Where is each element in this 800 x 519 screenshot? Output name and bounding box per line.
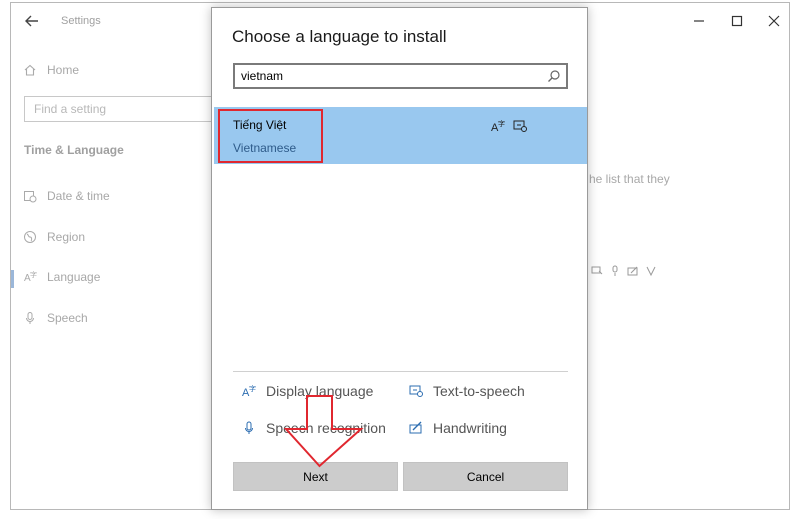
home-label: Home bbox=[47, 63, 80, 77]
sidebar-item-label: Region bbox=[47, 230, 86, 244]
feature-label: Handwriting bbox=[433, 420, 507, 436]
sidebar: Home Find a setting Time & Language Date… bbox=[10, 39, 224, 509]
sidebar-item-region[interactable]: Region bbox=[23, 230, 85, 244]
text-to-speech-icon bbox=[591, 266, 603, 275]
microphone-icon bbox=[26, 312, 34, 324]
app-title: Settings bbox=[61, 15, 101, 27]
handwriting-icon bbox=[409, 421, 422, 434]
spellcheck-icon bbox=[646, 266, 656, 277]
language-feature-icons: A字 bbox=[491, 119, 527, 133]
section-title: Time & Language bbox=[24, 143, 124, 157]
feature-label: Display language bbox=[266, 383, 374, 399]
language-icon: A字 bbox=[24, 270, 37, 284]
feature-text-to-speech: Text-to-speech bbox=[409, 383, 525, 399]
feature-speech-recognition: Speech recognition bbox=[242, 420, 386, 436]
feature-display-language: A字 Display language bbox=[242, 383, 373, 399]
language-search-box[interactable] bbox=[233, 63, 568, 89]
sidebar-item-label: Date & time bbox=[47, 189, 110, 203]
background-description-text: he list that they bbox=[589, 172, 670, 186]
microphone-icon bbox=[245, 421, 253, 434]
text-to-speech-icon bbox=[409, 385, 423, 397]
sidebar-item-label: Speech bbox=[47, 311, 88, 325]
cancel-button[interactable]: Cancel bbox=[403, 462, 568, 491]
microphone-icon bbox=[612, 265, 618, 276]
svg-text:字: 字 bbox=[30, 270, 37, 279]
text-to-speech-icon bbox=[513, 120, 527, 132]
background-feature-icons bbox=[591, 265, 657, 277]
feature-label: Text-to-speech bbox=[433, 383, 525, 399]
sidebar-home[interactable]: Home bbox=[23, 63, 79, 77]
divider bbox=[233, 371, 568, 372]
minimize-icon[interactable] bbox=[691, 13, 707, 29]
install-language-dialog: Choose a language to install Tiếng Việt … bbox=[211, 7, 588, 510]
sidebar-item-language[interactable]: A字 Language bbox=[10, 270, 101, 288]
feature-handwriting: Handwriting bbox=[409, 420, 507, 436]
svg-text:字: 字 bbox=[249, 384, 256, 393]
language-english-name: Vietnamese bbox=[233, 141, 297, 155]
language-search-input[interactable] bbox=[241, 67, 541, 85]
handwriting-icon bbox=[627, 266, 638, 276]
sidebar-item-date-time[interactable]: Date & time bbox=[23, 189, 110, 203]
globe-icon bbox=[24, 231, 36, 243]
dialog-title: Choose a language to install bbox=[232, 27, 447, 46]
feature-label: Speech recognition bbox=[266, 420, 386, 436]
back-arrow-icon[interactable] bbox=[23, 12, 41, 30]
calendar-clock-icon bbox=[24, 191, 37, 203]
sidebar-item-label: Language bbox=[47, 270, 101, 284]
display-language-icon: A字 bbox=[242, 384, 256, 398]
svg-text:字: 字 bbox=[498, 119, 505, 128]
home-icon bbox=[24, 64, 36, 76]
sidebar-item-speech[interactable]: Speech bbox=[23, 311, 88, 325]
next-button[interactable]: Next bbox=[233, 462, 398, 491]
language-native-name: Tiếng Việt bbox=[233, 118, 287, 132]
language-result-row[interactable]: Tiếng Việt Vietnamese A字 bbox=[214, 107, 587, 164]
search-icon[interactable] bbox=[547, 69, 561, 83]
maximize-icon[interactable] bbox=[729, 13, 745, 29]
display-language-icon: A字 bbox=[491, 119, 505, 133]
find-setting-input[interactable]: Find a setting bbox=[24, 96, 224, 122]
close-icon[interactable] bbox=[766, 13, 782, 29]
